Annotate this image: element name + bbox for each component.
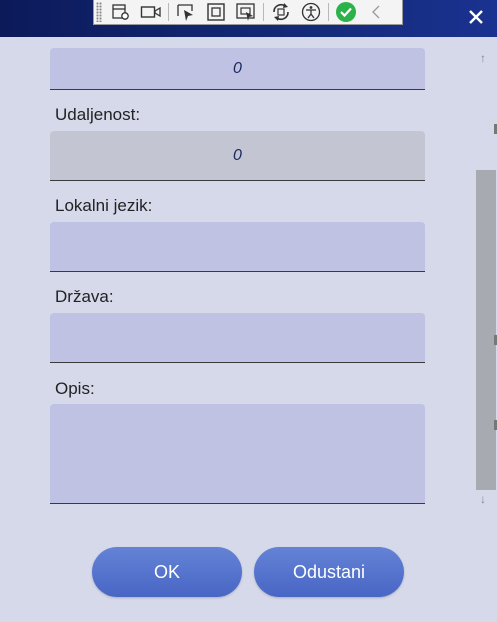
toolbar-divider (328, 3, 329, 21)
close-button[interactable] (465, 6, 487, 28)
ok-button-label: OK (153, 561, 180, 582)
toolbar-divider (263, 3, 264, 21)
scrollbar-thumb[interactable] (476, 170, 496, 490)
chevron-left-icon[interactable] (361, 1, 391, 23)
hot-reload-icon[interactable] (266, 1, 296, 23)
top-value-text: 0 (233, 59, 242, 77)
country-label: Država: (55, 287, 114, 306)
close-icon (469, 10, 483, 24)
devtools-toolbar (93, 0, 403, 25)
distance-value-text: 0 (233, 146, 242, 164)
cancel-button-label: Odustani (292, 561, 366, 582)
country-field[interactable] (50, 313, 425, 363)
scroll-up-arrow-icon[interactable]: ↑ (480, 51, 486, 65)
pointer-icon[interactable] (171, 1, 201, 23)
video-icon[interactable] (136, 1, 166, 23)
cancel-button[interactable]: Odustani (254, 547, 404, 597)
select-element-icon[interactable] (106, 1, 136, 23)
title-bar (0, 0, 497, 37)
toolbar-divider (168, 3, 169, 21)
box-icon[interactable] (201, 1, 231, 23)
ok-button[interactable]: OK (92, 547, 242, 597)
local-language-field[interactable] (50, 222, 425, 272)
description-label: Opis: (55, 379, 95, 398)
local-language-label: Lokalni jezik: (55, 196, 153, 215)
check-icon[interactable] (331, 1, 361, 23)
scroll-down-arrow-icon[interactable]: ↓ (480, 492, 486, 506)
top-value-field[interactable]: 0 (50, 48, 425, 90)
toolbar-grip[interactable] (96, 2, 102, 22)
distance-field[interactable]: 0 (50, 131, 425, 181)
description-field[interactable] (50, 404, 425, 504)
distance-label: Udaljenost: (55, 105, 141, 124)
accessibility-icon[interactable] (296, 1, 326, 23)
layout-icon[interactable] (231, 1, 261, 23)
